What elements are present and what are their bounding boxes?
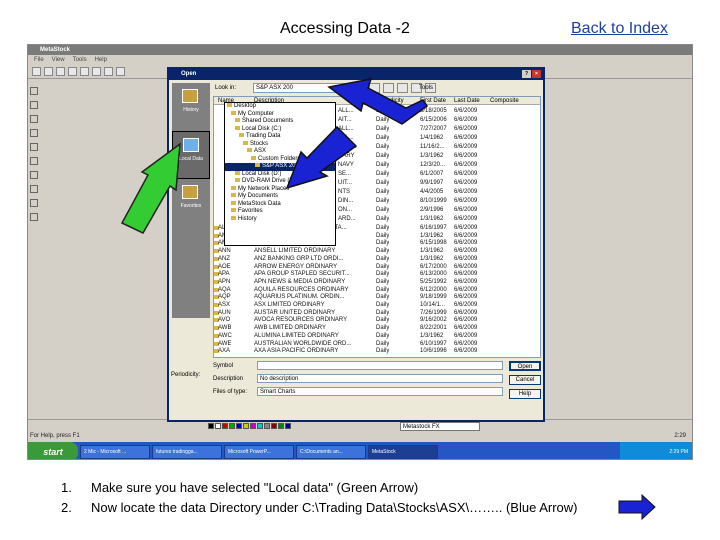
- blue-arrow-icon: [327, 78, 429, 125]
- blue-arrow-icon: [285, 125, 358, 190]
- annotation-arrows: [120, 78, 656, 521]
- instruction-2: 2. Now locate the data Directory under C:…: [61, 500, 578, 515]
- instructions: 1. Make sure you have selected "Local dat…: [61, 478, 578, 518]
- instruction-1: 1. Make sure you have selected "Local dat…: [61, 480, 419, 495]
- blue-arrow-legend-icon: [618, 493, 656, 521]
- green-arrow-icon: [120, 142, 181, 234]
